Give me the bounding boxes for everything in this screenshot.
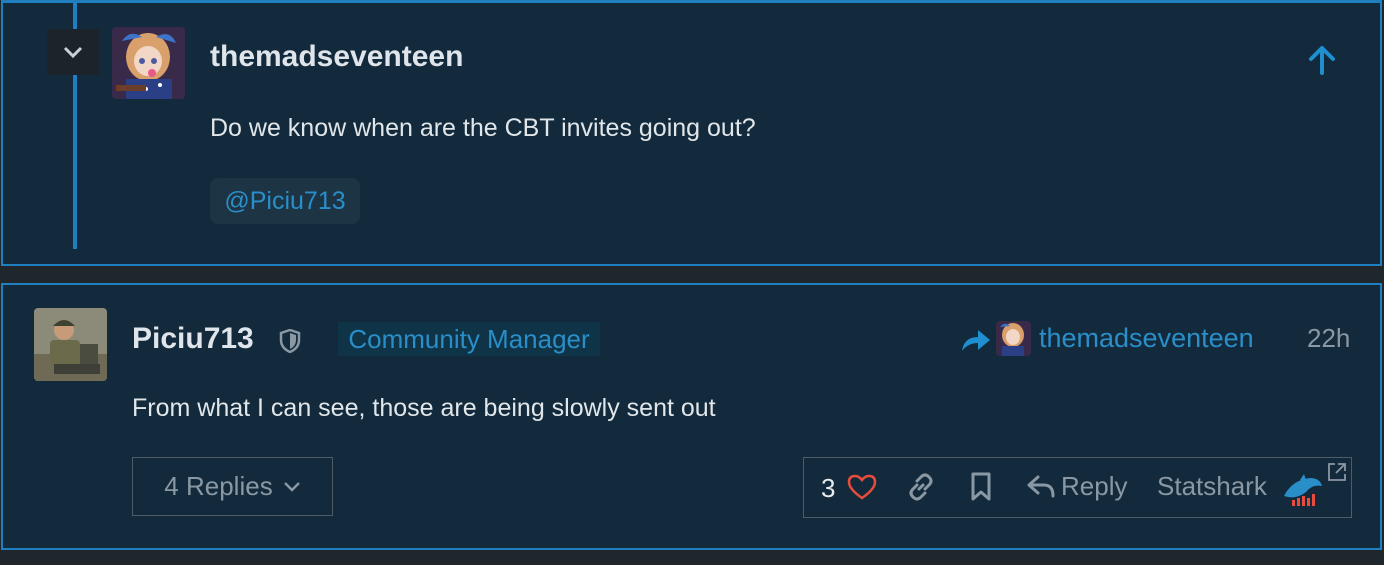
like-count: 3: [821, 473, 836, 503]
mention-link[interactable]: @Piciu713: [210, 178, 360, 224]
collapse-button[interactable]: [47, 29, 99, 75]
avatar[interactable]: [112, 27, 185, 99]
chevron-down-icon: [283, 481, 300, 492]
arrow-up-icon[interactable]: [1305, 43, 1339, 77]
shark-icon[interactable]: [1282, 474, 1324, 508]
replies-toggle-button[interactable]: 4 Replies: [132, 457, 333, 516]
post-body: From what I can see, those are being slo…: [132, 394, 716, 422]
heart-icon[interactable]: [847, 474, 877, 501]
reply-post: Piciu713 Community Manager themadsevente…: [1, 283, 1382, 550]
avatar[interactable]: [34, 308, 107, 381]
post-actions: 3 Reply Statshark: [803, 457, 1352, 518]
share-arrow-icon: [962, 330, 990, 351]
bookmark-icon[interactable]: [970, 472, 992, 502]
username[interactable]: themadseventeen: [210, 40, 463, 74]
chevron-down-icon: [63, 46, 83, 59]
timestamp[interactable]: 22h: [1307, 323, 1350, 354]
reply-to-avatar[interactable]: [996, 321, 1031, 356]
post-body: Do we know when are the CBT invites goin…: [210, 114, 756, 142]
reply-button[interactable]: Reply: [1061, 471, 1127, 502]
reply-to-username[interactable]: themadseventeen: [1039, 323, 1254, 354]
statshark-link[interactable]: Statshark: [1157, 471, 1267, 502]
reply-icon[interactable]: [1026, 474, 1056, 500]
external-link-icon[interactable]: [1327, 462, 1347, 482]
username[interactable]: Piciu713: [132, 322, 254, 356]
replies-label: 4 Replies: [164, 471, 273, 501]
link-icon[interactable]: [906, 472, 936, 502]
parent-post: themadseventeen Do we know when are the …: [1, 0, 1382, 266]
role-badge: Community Manager: [338, 322, 600, 356]
shield-icon: [279, 329, 301, 353]
